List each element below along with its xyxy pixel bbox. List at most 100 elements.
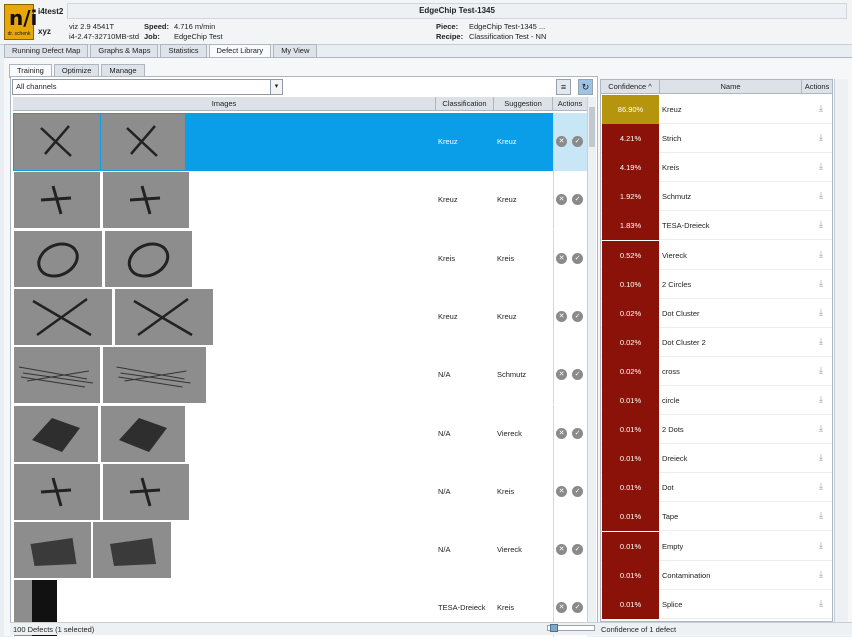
download-icon[interactable]: ⤓: [819, 190, 823, 201]
accept-icon[interactable]: ✓: [572, 369, 583, 381]
confidence-row[interactable]: 0.01% circle ⤓: [601, 386, 832, 415]
confidence-row[interactable]: 4.19% Kreis ⤓: [601, 153, 832, 183]
download-icon[interactable]: ⤓: [819, 249, 823, 260]
defect-thumbnail[interactable]: [103, 463, 189, 520]
confidence-row[interactable]: 0.01% Tape ⤓: [601, 502, 832, 532]
download-icon[interactable]: ⤓: [819, 598, 823, 609]
chevron-down-icon[interactable]: ▾: [270, 80, 282, 94]
defect-thumbnail[interactable]: [14, 463, 100, 520]
defect-thumbnail[interactable]: [14, 522, 91, 579]
scrollbar-thumb[interactable]: [589, 107, 595, 147]
grid-scrollbar[interactable]: [587, 97, 596, 622]
confidence-row[interactable]: 0.01% 2 Dots ⤓: [601, 415, 832, 445]
confidence-row[interactable]: 0.01% Dreieck ⤓: [601, 444, 832, 474]
slider-knob[interactable]: [550, 624, 558, 632]
table-row[interactable]: Kreuz Kreuz ✕ ✓: [13, 113, 587, 171]
reject-icon[interactable]: ✕: [556, 602, 567, 614]
download-icon[interactable]: ⤓: [819, 103, 823, 114]
classification-cell[interactable]: Kreis: [438, 230, 455, 288]
defect-thumbnail[interactable]: [14, 114, 100, 170]
accept-icon[interactable]: ✓: [572, 427, 583, 439]
col-images-header[interactable]: Images: [13, 97, 436, 111]
clear-filter-button[interactable]: ≡: [556, 79, 571, 95]
defect-thumbnail[interactable]: [93, 522, 171, 579]
download-icon[interactable]: ⤓: [819, 540, 823, 551]
confidence-row[interactable]: 0.52% Viereck ⤓: [601, 240, 832, 270]
download-icon[interactable]: ⤓: [819, 510, 823, 521]
tab-running-defect-map[interactable]: Running Defect Map: [4, 44, 89, 57]
channel-select[interactable]: All channels ▾: [12, 79, 283, 95]
reject-icon[interactable]: ✕: [556, 252, 567, 264]
reject-icon[interactable]: ✕: [556, 136, 567, 147]
tab-graphs-maps[interactable]: Graphs & Maps: [90, 44, 159, 57]
col-suggestion-header[interactable]: Suggestion: [494, 97, 553, 111]
defect-thumbnail[interactable]: [14, 230, 102, 287]
accept-icon[interactable]: ✓: [572, 136, 583, 147]
download-icon[interactable]: ⤓: [819, 423, 823, 434]
confidence-row[interactable]: 1.92% Schmutz ⤓: [601, 182, 832, 212]
classification-cell[interactable]: Kreuz: [438, 171, 458, 229]
accept-icon[interactable]: ✓: [572, 310, 583, 322]
col-confidence-header[interactable]: Confidence ^: [601, 80, 660, 94]
table-row[interactable]: Kreis Kreis ✕ ✓: [13, 229, 587, 288]
confidence-row[interactable]: 1.83% TESA-Dreieck ⤓: [601, 211, 832, 241]
confidence-row[interactable]: 4.21% Strich ⤓: [601, 124, 832, 154]
confidence-row[interactable]: 0.01% Splice ⤓: [601, 589, 832, 619]
defect-thumbnail[interactable]: [14, 288, 112, 345]
table-row[interactable]: N/A Viereck ✕ ✓: [13, 404, 587, 463]
accept-icon[interactable]: ✓: [572, 194, 583, 206]
table-row[interactable]: Kreuz Kreuz ✕ ✓: [13, 287, 587, 346]
right-scrollbar[interactable]: [834, 79, 848, 622]
col-name-header[interactable]: Name: [660, 80, 802, 94]
download-icon[interactable]: ⤓: [819, 481, 823, 492]
tab-my-view[interactable]: My View: [273, 44, 318, 57]
download-icon[interactable]: ⤓: [819, 452, 823, 463]
accept-icon[interactable]: ✓: [572, 252, 583, 264]
confidence-row[interactable]: 0.02% Dot Cluster ⤓: [601, 298, 832, 328]
download-icon[interactable]: ⤓: [819, 569, 823, 580]
download-icon[interactable]: ⤓: [819, 161, 823, 172]
download-icon[interactable]: ⤓: [819, 219, 823, 230]
reject-icon[interactable]: ✕: [556, 194, 567, 206]
confidence-row[interactable]: 0.02% cross ⤓: [601, 356, 832, 386]
reject-icon[interactable]: ✕: [556, 427, 567, 439]
tab-statistics[interactable]: Statistics: [160, 44, 207, 57]
defect-thumbnail[interactable]: [105, 230, 192, 287]
confidence-row[interactable]: 86.90% Kreuz ⤓: [601, 95, 832, 124]
table-row[interactable]: N/A Kreis ✕ ✓: [13, 462, 587, 521]
reject-icon[interactable]: ✕: [556, 544, 567, 556]
accept-icon[interactable]: ✓: [572, 544, 583, 556]
download-icon[interactable]: ⤓: [819, 394, 823, 405]
table-row[interactable]: N/A Viereck ✕ ✓: [13, 521, 587, 580]
col-classification-header[interactable]: Classification: [436, 97, 494, 111]
accept-icon[interactable]: ✓: [572, 602, 583, 614]
classification-cell[interactable]: N/A: [438, 463, 451, 521]
accept-icon[interactable]: ✓: [572, 485, 583, 497]
classification-cell[interactable]: N/A: [438, 405, 451, 463]
confidence-row[interactable]: 0.01% Dot ⤓: [601, 473, 832, 503]
confidence-row[interactable]: 0.02% Dot Cluster 2 ⤓: [601, 327, 832, 357]
download-icon[interactable]: ⤓: [819, 365, 823, 376]
table-row[interactable]: N/A Schmutz ✕ ✓: [13, 346, 587, 405]
download-icon[interactable]: ⤓: [819, 307, 823, 318]
defect-thumbnail[interactable]: [115, 288, 213, 345]
defect-thumbnail[interactable]: [101, 405, 185, 462]
reject-icon[interactable]: ✕: [556, 485, 567, 497]
reject-icon[interactable]: ✕: [556, 310, 567, 322]
classification-cell[interactable]: N/A: [438, 346, 451, 404]
defect-thumbnail[interactable]: [14, 405, 98, 462]
reject-icon[interactable]: ✕: [556, 369, 567, 381]
download-icon[interactable]: ⤓: [819, 336, 823, 347]
confidence-row[interactable]: 0.01% Contamination ⤓: [601, 560, 832, 590]
classification-cell[interactable]: Kreuz: [438, 288, 458, 346]
download-icon[interactable]: ⤓: [819, 278, 823, 289]
table-row[interactable]: Kreuz Kreuz ✕ ✓: [13, 171, 587, 230]
refresh-button[interactable]: ↻: [578, 79, 593, 95]
confidence-row[interactable]: 0.10% 2 Circles ⤓: [601, 269, 832, 299]
classification-cell[interactable]: Kreuz: [438, 113, 458, 171]
download-icon[interactable]: ⤓: [819, 132, 823, 143]
defect-thumbnail[interactable]: [103, 172, 189, 229]
defect-thumbnail[interactable]: [14, 347, 100, 404]
defect-thumbnail[interactable]: [101, 114, 185, 170]
tab-defect-library[interactable]: Defect Library: [208, 44, 272, 58]
